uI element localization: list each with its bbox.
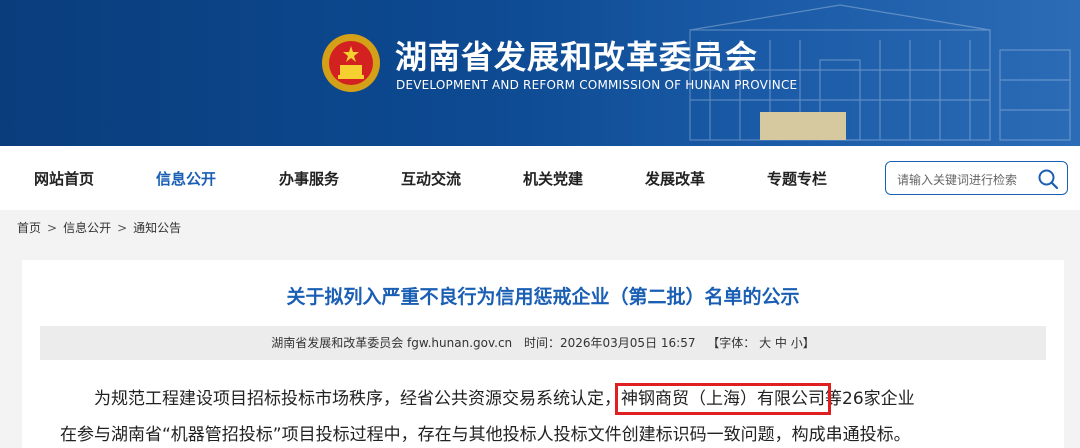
breadcrumb-separator: >	[117, 221, 128, 235]
building-plaque	[760, 112, 846, 140]
breadcrumb-notices[interactable]: 通知公告	[133, 221, 181, 235]
article-paragraph-line-2: 在参与湖南省“机器管招投标”项目投标过程中，存在与其他投标人投标文件创建标识码一…	[60, 425, 911, 445]
breadcrumb: 首页 > 信息公开 > 通知公告	[17, 219, 181, 236]
nav-item-development-reform[interactable]: 发展改革	[645, 168, 705, 189]
site-title: 湖南省发展和改革委员会	[395, 38, 759, 76]
article-meta: 湖南省发展和改革委员会 fgw.hunan.gov.cn 时间：2026年03月…	[40, 326, 1046, 360]
header-banner: 湖南省发展和改革委员会 DEVELOPMENT AND REFORM COMMI…	[0, 0, 1080, 150]
article-title: 关于拟列入严重不良行为信用惩戒企业（第二批）名单的公示	[286, 286, 800, 308]
article-panel: 关于拟列入严重不良行为信用惩戒企业（第二批）名单的公示 湖南省发展和改革委员会 …	[22, 260, 1064, 448]
nav-item-info-disclosure[interactable]: 信息公开	[156, 168, 216, 189]
search-icon[interactable]	[1037, 168, 1059, 190]
site-subtitle: DEVELOPMENT AND REFORM COMMISSION OF HUN…	[396, 78, 798, 92]
article-source: 湖南省发展和改革委员会 fgw.hunan.gov.cn	[271, 336, 513, 350]
nav-item-interaction[interactable]: 互动交流	[401, 168, 461, 189]
highlighted-company-name: 神钢商贸（上海）有限公司	[615, 383, 831, 415]
breadcrumb-info-disclosure[interactable]: 信息公开	[63, 221, 111, 235]
article-paragraph-line-1: 为规范工程建设项目招标投标市场秩序，经省公共资源交易系统认定，神钢商贸（上海）有…	[94, 383, 915, 415]
national-emblem-icon	[322, 34, 380, 92]
breadcrumb-separator: >	[47, 221, 58, 235]
body-text: 等26家企业	[825, 389, 915, 409]
nav-item-services[interactable]: 办事服务	[279, 168, 339, 189]
search-input[interactable]: 请输入关键词进行检索	[897, 171, 1017, 188]
nav-item-special-topics[interactable]: 专题专栏	[767, 168, 827, 189]
search-box[interactable]: 请输入关键词进行检索	[885, 161, 1068, 195]
article-time: 时间：2026年03月05日 16:57	[523, 336, 696, 350]
breadcrumb-home[interactable]: 首页	[17, 221, 41, 235]
nav-item-home[interactable]: 网站首页	[34, 168, 94, 189]
font-size-switcher[interactable]: 【字体： 大 中 小】	[707, 336, 814, 350]
nav-item-party-building[interactable]: 机关党建	[523, 168, 583, 189]
body-text: 为规范工程建设项目招标投标市场秩序，经省公共资源交易系统认定，	[94, 389, 621, 409]
